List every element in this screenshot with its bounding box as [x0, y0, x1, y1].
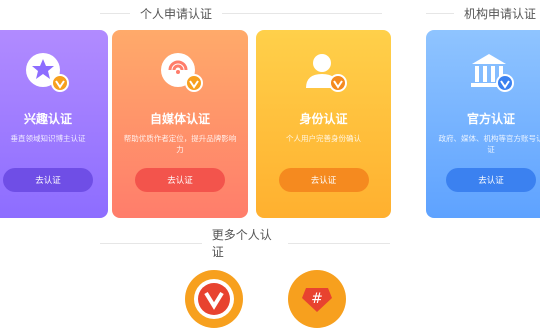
hashtag-icon[interactable]: #	[288, 270, 346, 328]
interest-cert-card: 兴趣认证 垂直领域知识博主认证 去认证	[0, 30, 108, 218]
divider	[288, 242, 390, 244]
personal-section-header: 个人申请认证	[100, 4, 390, 22]
card-description: 个人用户完善身份确认	[286, 134, 361, 143]
card-description: 政府、媒体、机构等官方账号认证	[438, 134, 540, 154]
card-description: 垂直领域知识博主认证	[10, 134, 86, 143]
v-badge-icon	[328, 74, 347, 92]
section-title-more: 更多个人认证	[211, 228, 272, 259]
media-cert-card: 自媒体认证 帮助优质作者定位，提升品牌影响力 去认证	[112, 30, 248, 218]
svg-text:#: #	[311, 291, 323, 307]
divider	[222, 12, 383, 14]
person-icon	[297, 48, 351, 102]
divider	[100, 242, 202, 244]
official-cert-card: 官方认证 政府、媒体、机构等官方账号认证 去认证	[426, 30, 540, 218]
divider	[426, 12, 454, 14]
government-building-icon	[464, 48, 518, 102]
org-section-header: 机构申请认证	[426, 4, 540, 22]
more-section-header: 更多个人认证	[100, 228, 390, 259]
star-icon	[21, 48, 75, 102]
v-badge-icon[interactable]	[185, 270, 243, 328]
media-broadcast-icon	[153, 48, 207, 102]
card-title: 官方认证	[466, 112, 515, 126]
interest-cert-button[interactable]: 去认证	[3, 168, 93, 192]
v-badge-icon	[496, 74, 514, 92]
card-title: 身份认证	[299, 112, 348, 126]
identity-cert-card: 身份认证 个人用户完善身份确认 去认证	[256, 30, 391, 218]
card-title: 兴趣认证	[23, 112, 72, 126]
media-cert-button[interactable]: 去认证	[135, 168, 225, 192]
v-badge-icon	[185, 74, 203, 92]
divider	[100, 12, 130, 14]
card-description: 帮助优质作者定位，提升品牌影响力	[123, 134, 237, 154]
section-title-org: 机构申请认证	[464, 6, 537, 21]
card-title: 自媒体认证	[149, 112, 210, 126]
identity-cert-button[interactable]: 去认证	[278, 168, 369, 192]
v-badge-icon	[51, 74, 69, 92]
official-cert-button[interactable]: 去认证	[446, 168, 536, 192]
section-title-personal: 个人申请认证	[140, 6, 213, 21]
